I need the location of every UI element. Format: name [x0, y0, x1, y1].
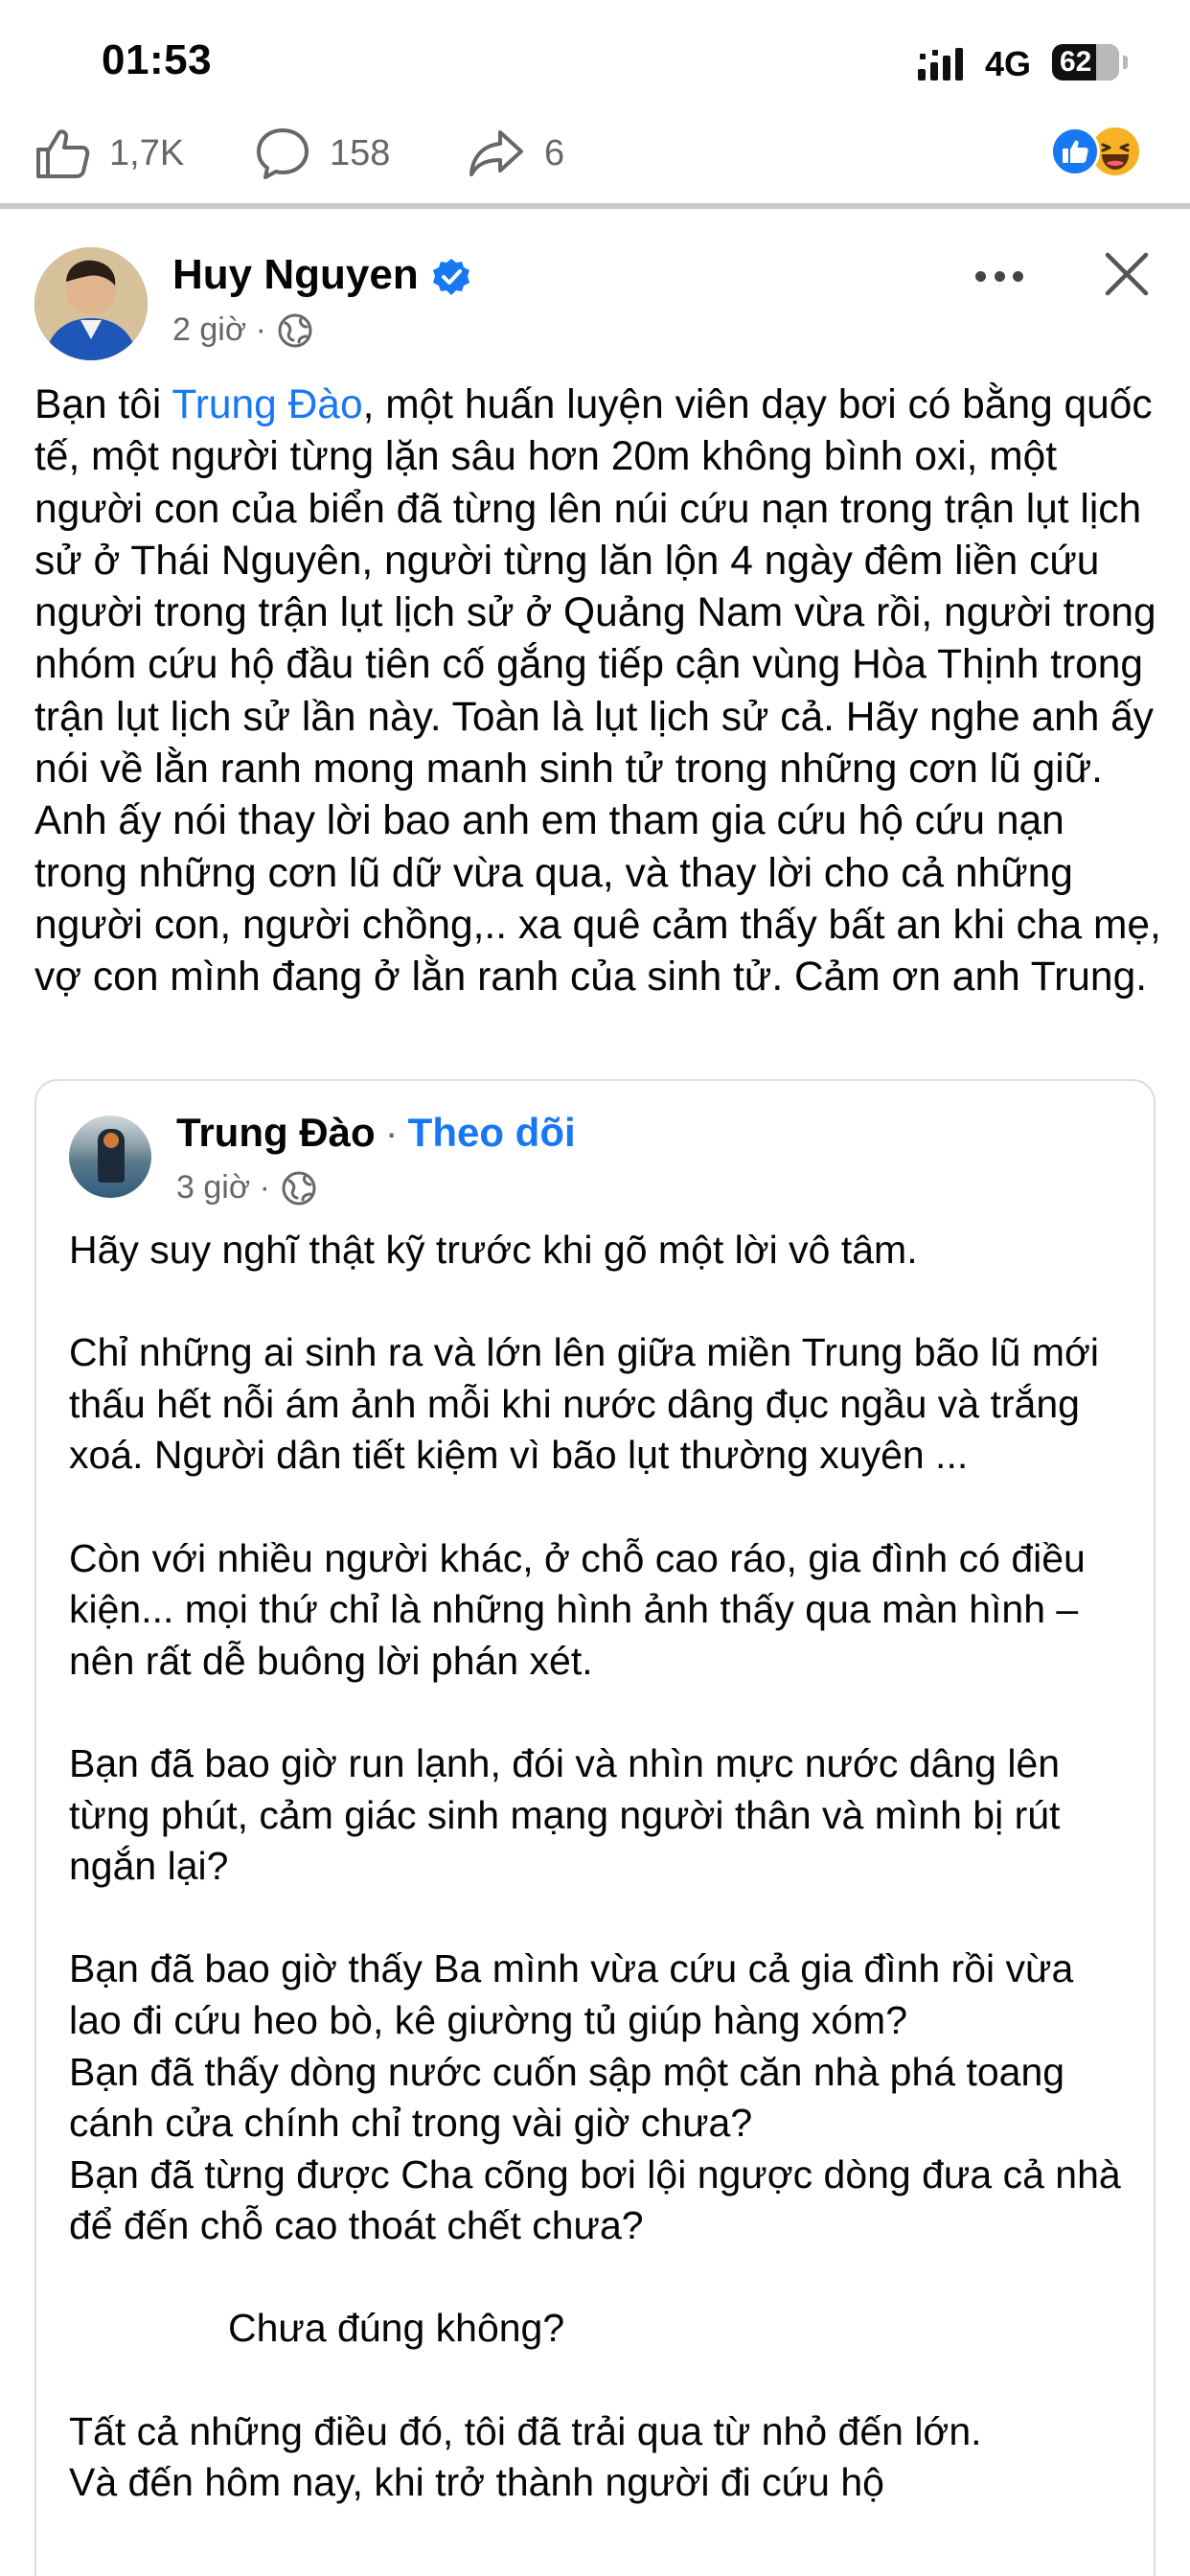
close-icon[interactable] [1100, 247, 1154, 301]
public-globe-icon [278, 313, 312, 347]
share-count: 6 [544, 132, 565, 173]
shared-post-meta: 3 giờ · [176, 1169, 316, 1207]
battery-tip [1123, 56, 1128, 69]
shared-paragraph: Bạn đã thấy dòng nước cuốn sập một căn n… [69, 2049, 1065, 2146]
mention-link[interactable]: Trung Đào [172, 382, 362, 427]
shared-post-card[interactable]: Trung Đào · Theo dõi 3 giờ · Hãy suy ngh… [34, 1079, 1156, 2576]
like-reaction-icon [1050, 126, 1100, 176]
like-count: 1,7K [109, 132, 185, 173]
shared-post-body: Hãy suy nghĩ thật kỹ trước khi gõ một lờ… [69, 1225, 1133, 2509]
battery-level: 62 [1060, 46, 1092, 78]
more-dot [994, 270, 1005, 282]
more-dot [1013, 270, 1023, 282]
public-globe-icon [282, 1171, 316, 1205]
shared-paragraph: Bạn đã bao giờ thấy Ba mình vừa cứu cả g… [69, 1946, 1074, 2042]
shared-paragraph: Chưa đúng không? [228, 2306, 565, 2351]
reaction-summary-bar: 1,7K 158 6 [0, 113, 1190, 209]
status-time: 01:53 [102, 36, 213, 83]
share-icon [469, 130, 523, 176]
shared-paragraph: Tất cả những điều đó, tôi đã trải qua từ… [69, 2408, 982, 2453]
network-type: 4G [985, 44, 1032, 83]
more-dot [975, 270, 986, 282]
like-count-button[interactable]: 1,7K [34, 125, 184, 182]
shared-post-time[interactable]: 3 giờ [176, 1169, 250, 1207]
name-separator: · [384, 1110, 399, 1155]
shared-paragraph: Bạn đã bao giờ run lạnh, đói và nhìn mực… [69, 1740, 1061, 1889]
cellular-signal-icon [918, 48, 963, 80]
shared-author-name[interactable]: Trung Đào [176, 1110, 376, 1156]
shared-paragraph: Bạn đã từng được Cha cõng bơi lội ngược … [69, 2151, 1121, 2248]
shared-author-row: Trung Đào · Theo dõi [176, 1110, 576, 1156]
shared-paragraph: Và đến hôm nay, khi trở thành người đi c… [69, 2460, 884, 2505]
post-body: Bạn tôi Trung Đào, một huấn luyện viên d… [34, 380, 1165, 1004]
shared-author-avatar[interactable] [69, 1116, 151, 1198]
post-time[interactable]: 2 giờ [172, 311, 246, 349]
post-meta: 2 giờ · [172, 311, 312, 349]
follow-button[interactable]: Theo dõi [408, 1110, 576, 1156]
share-count-button[interactable]: 6 [468, 125, 564, 182]
shared-paragraph: Chỉ những ai sinh ra và lớn lên giữa miề… [69, 1330, 1099, 1478]
comment-count-button[interactable]: 158 [255, 125, 390, 182]
reaction-icons[interactable] [1050, 121, 1156, 182]
meta-separator: · [250, 1169, 270, 1206]
author-avatar[interactable] [34, 247, 148, 360]
section-divider [0, 203, 1190, 209]
meta-separator: · [246, 311, 266, 348]
comment-count: 158 [330, 132, 391, 173]
post-text-lead: Bạn tôi [34, 382, 172, 427]
battery-indicator: 62 [1052, 44, 1119, 80]
more-options-button[interactable] [968, 257, 1031, 295]
verified-badge-icon [433, 259, 469, 295]
comment-icon [257, 128, 309, 179]
author-name[interactable]: Huy Nguyen [172, 251, 419, 299]
like-icon [36, 129, 90, 178]
post-text-rest: , một huấn luyện viên dạy bơi có bằng qu… [34, 382, 1161, 1000]
shared-paragraph: Còn với nhiều người khác, ở chỗ cao ráo,… [69, 1535, 1086, 1683]
status-bar: 01:53 4G 62 [0, 0, 1190, 115]
shared-paragraph: Hãy suy nghĩ thật kỹ trước khi gõ một lờ… [69, 1228, 918, 1272]
